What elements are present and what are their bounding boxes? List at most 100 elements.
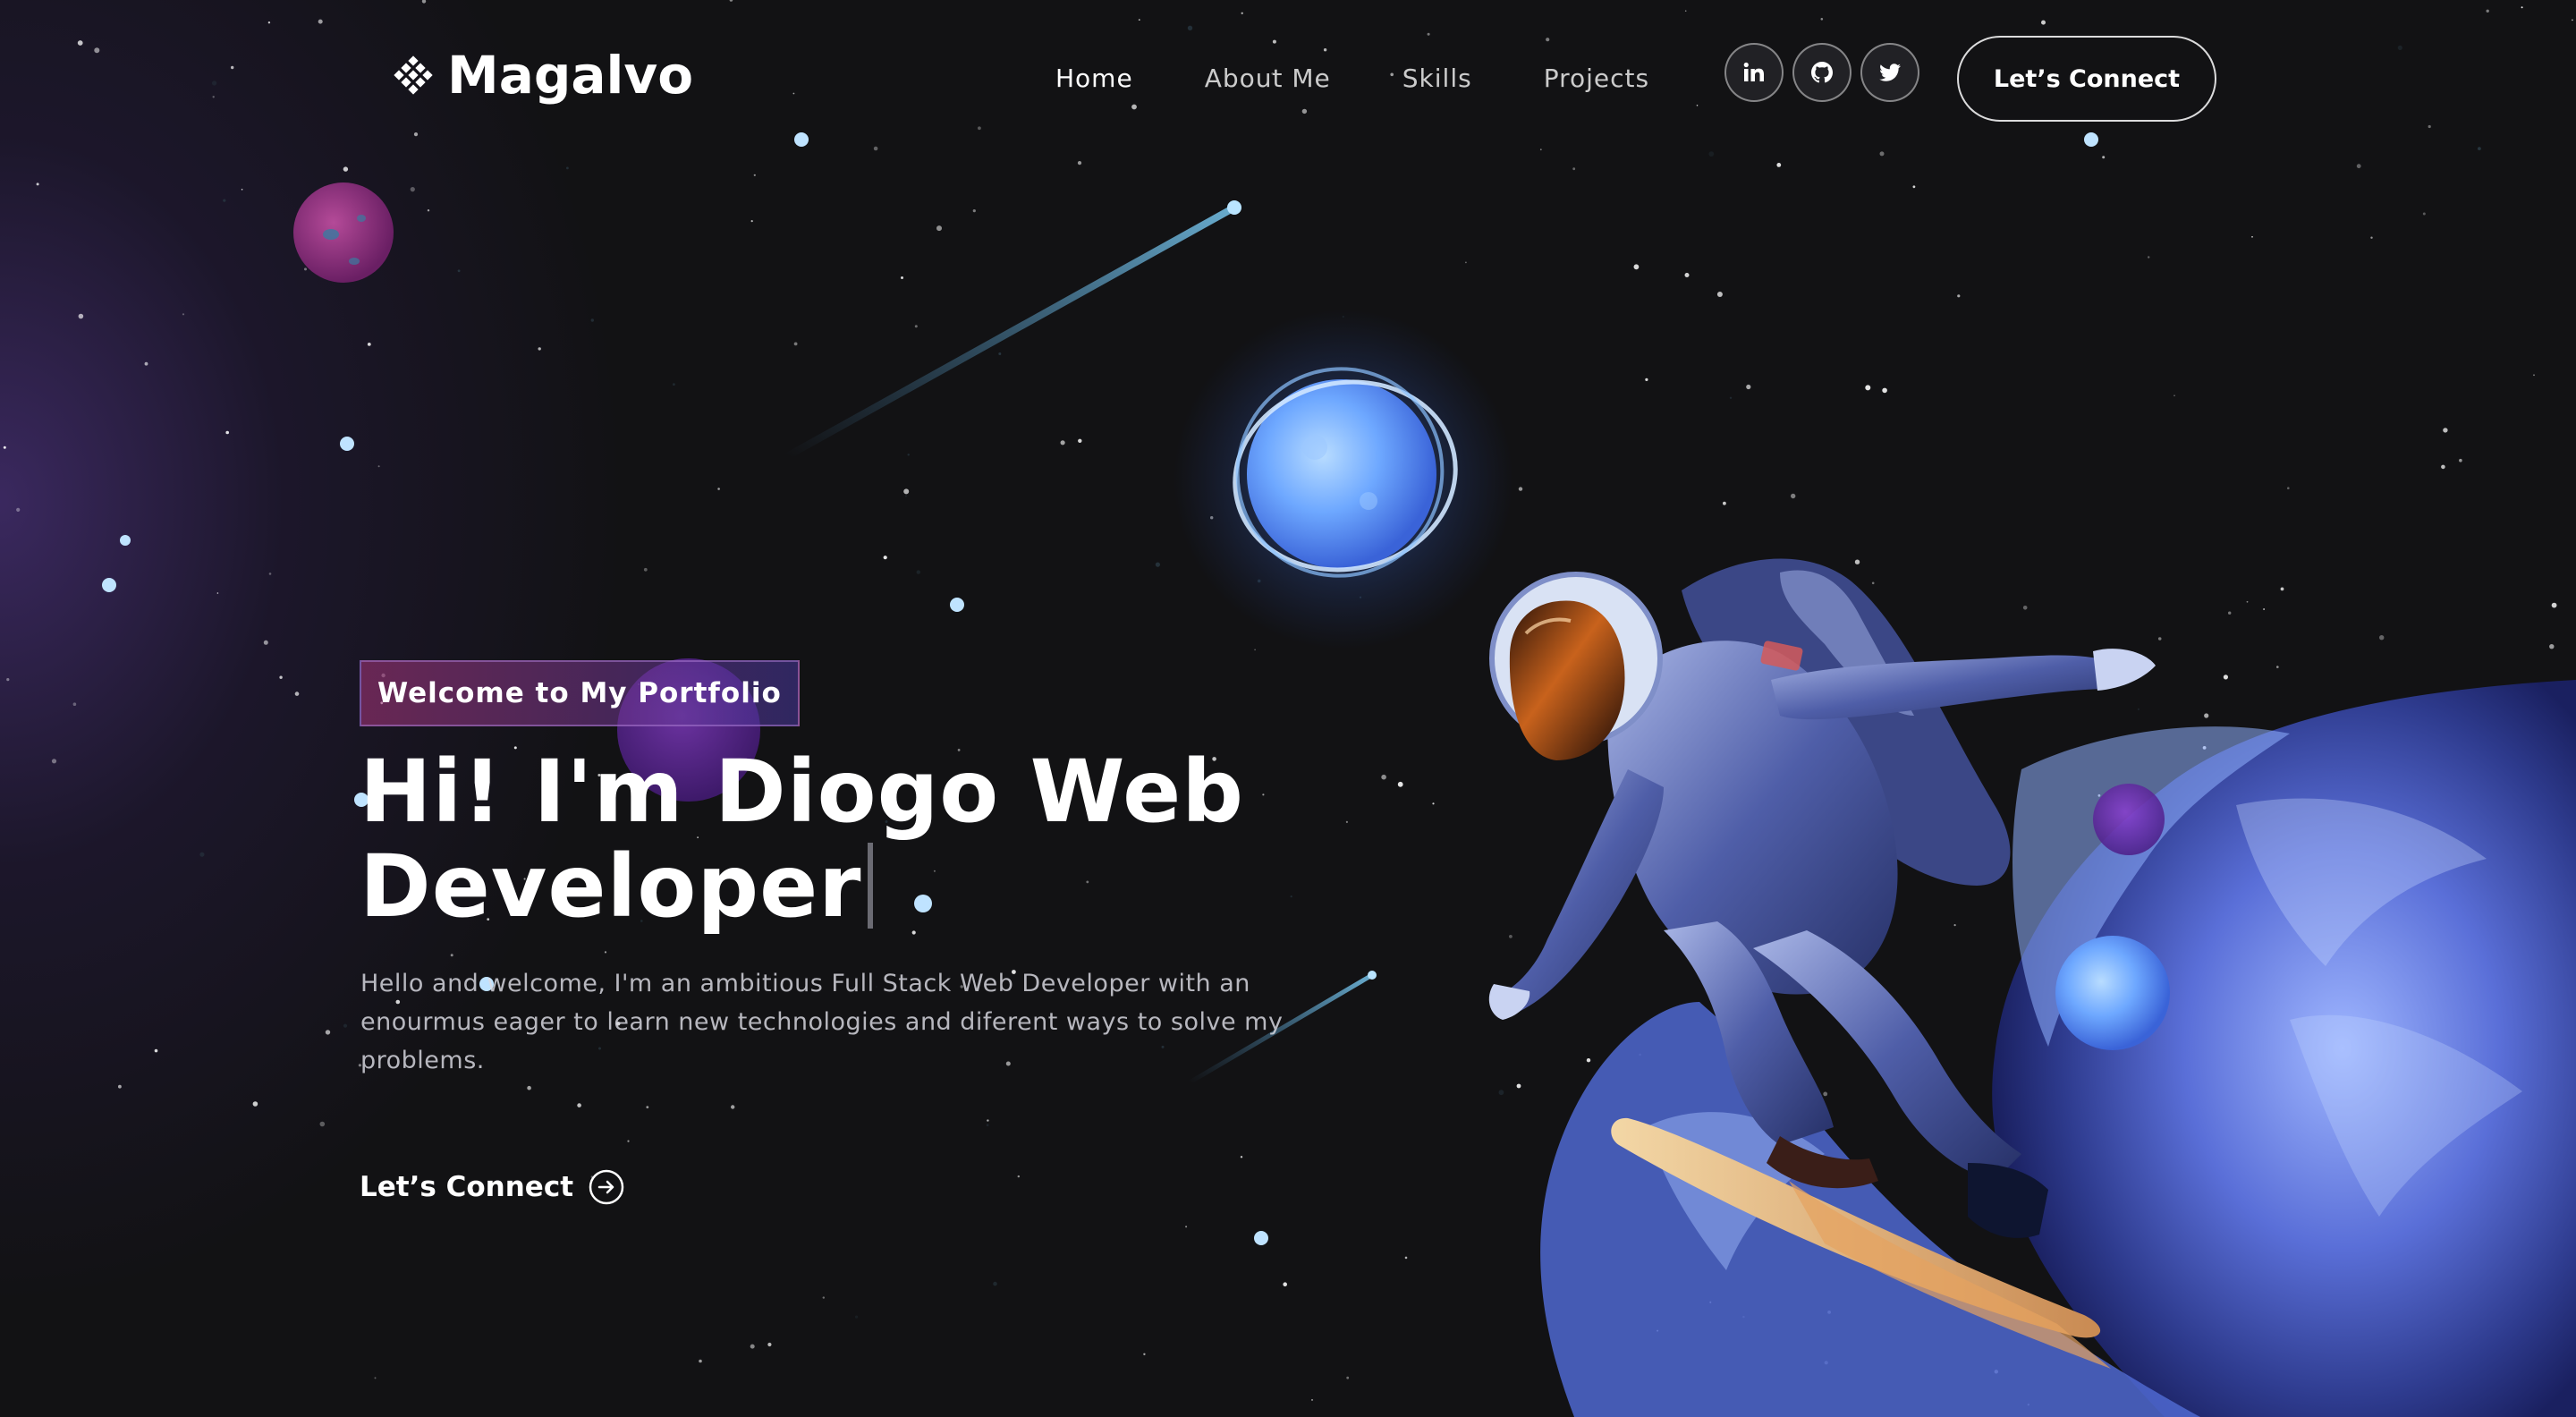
star xyxy=(2034,1001,2038,1005)
page: Magalvo Home About Me Skills Projects Le… xyxy=(0,0,2576,1417)
star xyxy=(1381,774,1386,780)
star xyxy=(1311,1399,1313,1401)
star xyxy=(2097,793,2101,797)
arrow-right-circle-icon xyxy=(589,1169,624,1205)
star xyxy=(2174,395,2175,397)
social-links xyxy=(1724,43,1919,102)
star xyxy=(1968,671,1972,675)
star xyxy=(1953,924,1956,927)
hero-headline: Hi! I'm Diogo Web Developer xyxy=(360,744,1343,934)
nav-link-skills[interactable]: Skills xyxy=(1402,64,1472,93)
star xyxy=(2334,1133,2336,1136)
star xyxy=(904,495,907,497)
star xyxy=(2272,1022,2275,1024)
linkedin-button[interactable] xyxy=(1724,43,1784,102)
star xyxy=(750,1344,755,1349)
star xyxy=(717,488,720,490)
star xyxy=(538,347,541,351)
star xyxy=(118,1084,122,1089)
star xyxy=(1729,396,1733,399)
star xyxy=(343,166,349,172)
star xyxy=(1882,387,1887,394)
star xyxy=(604,951,607,954)
brand-name: Magalvo xyxy=(447,45,694,106)
star xyxy=(2263,608,2266,610)
star xyxy=(2353,769,2360,776)
star xyxy=(1854,559,1860,564)
star xyxy=(1518,487,1523,491)
star xyxy=(2202,746,2207,750)
star xyxy=(216,592,219,594)
nav-link-projects[interactable]: Projects xyxy=(1544,64,1649,93)
star xyxy=(427,209,430,212)
star xyxy=(2356,164,2361,169)
star xyxy=(1210,516,1214,520)
star xyxy=(1791,493,1796,499)
lets-connect-nav-button[interactable]: Let’s Connect xyxy=(1957,36,2216,122)
star xyxy=(1516,1083,1521,1089)
star xyxy=(2157,637,2162,641)
star xyxy=(1346,1376,1350,1379)
star xyxy=(1545,621,1548,624)
star xyxy=(1404,1256,1408,1260)
star xyxy=(2319,783,2324,787)
star xyxy=(907,454,910,456)
nav-link-about-me[interactable]: About Me xyxy=(1205,64,1331,93)
github-button[interactable] xyxy=(1792,43,1852,102)
star xyxy=(78,313,84,319)
star xyxy=(731,1105,735,1109)
star xyxy=(1746,384,1751,390)
star xyxy=(2379,635,2385,641)
star xyxy=(1723,501,1726,505)
star xyxy=(527,1085,531,1090)
nav-link-home[interactable]: Home xyxy=(1055,64,1133,93)
star xyxy=(793,342,798,346)
star xyxy=(1283,1282,1287,1286)
star xyxy=(374,1377,377,1379)
star xyxy=(410,187,415,192)
star xyxy=(914,325,918,328)
star xyxy=(883,556,887,560)
bright-star xyxy=(120,535,131,546)
hero-cta-label: Let’s Connect xyxy=(360,1171,574,1203)
star xyxy=(1976,839,1979,842)
star xyxy=(2337,758,2343,763)
star xyxy=(1709,1301,1712,1303)
star xyxy=(294,692,300,696)
star xyxy=(319,1121,326,1127)
star xyxy=(1561,934,1563,937)
star xyxy=(1639,1053,1641,1056)
star xyxy=(673,383,675,386)
star xyxy=(338,254,343,259)
star xyxy=(1345,820,1348,824)
star xyxy=(72,702,77,706)
star xyxy=(2223,675,2228,680)
star xyxy=(2204,713,2209,718)
star xyxy=(2302,804,2305,807)
brand-logo[interactable]: Magalvo xyxy=(392,39,693,111)
star xyxy=(2148,256,2150,259)
star xyxy=(304,267,307,271)
star xyxy=(1776,163,1782,167)
star xyxy=(241,189,243,191)
lets-connect-hero-button[interactable]: Let’s Connect xyxy=(360,1168,625,1206)
star xyxy=(223,199,226,202)
star xyxy=(1684,273,1690,277)
star xyxy=(2022,606,2028,610)
star xyxy=(3,445,6,449)
star xyxy=(279,675,283,679)
star xyxy=(901,276,903,279)
star xyxy=(325,1030,331,1035)
star xyxy=(225,430,229,435)
star xyxy=(1359,596,1362,598)
star xyxy=(1957,294,1961,298)
twitter-button[interactable] xyxy=(1860,43,1919,102)
star xyxy=(1540,700,1543,702)
star xyxy=(2370,236,2373,239)
twitter-icon xyxy=(1879,64,1901,81)
linkedin-icon xyxy=(1743,62,1764,81)
star xyxy=(627,1140,630,1142)
star xyxy=(1645,378,1648,381)
star xyxy=(1836,891,1839,894)
star xyxy=(2188,1257,2193,1262)
